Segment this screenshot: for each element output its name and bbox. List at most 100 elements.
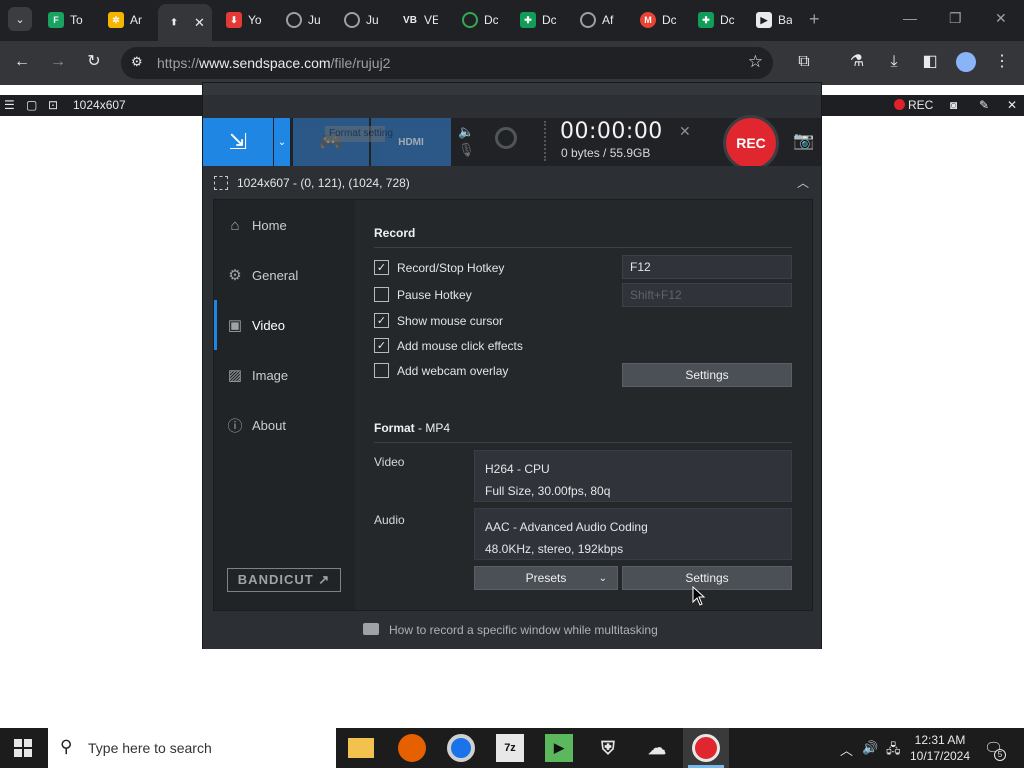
browser-tab[interactable]: F To: [40, 5, 84, 35]
chrome-icon[interactable]: [447, 734, 475, 762]
browser-tab[interactable]: Ju: [278, 5, 322, 35]
url-text: https://www.sendspace.com/file/rujuj2: [157, 55, 391, 71]
section-divider: [374, 247, 792, 248]
browser-tab[interactable]: ▶ Ba: [748, 5, 792, 35]
site-settings-icon[interactable]: ⚙: [131, 54, 143, 70]
media-app-icon[interactable]: ▶: [545, 734, 573, 762]
new-tab-button[interactable]: +: [809, 9, 820, 30]
show-mouse-cursor-checkbox[interactable]: ✓ Show mouse cursor: [374, 313, 503, 328]
bookmark-star-icon[interactable]: ☆: [748, 52, 763, 72]
extensions-icon[interactable]: ⧉: [793, 52, 815, 72]
security-shield-icon[interactable]: ⛨: [594, 734, 622, 762]
audio-format-label: Audio: [374, 513, 405, 527]
audio-format-box[interactable]: AAC - Advanced Audio Coding 48.0KHz, ste…: [474, 508, 792, 560]
browser-tab[interactable]: Dc: [454, 5, 498, 35]
mode-dropdown-arrow[interactable]: ⌄: [274, 118, 290, 166]
taskbar-clock[interactable]: 12:31 AM 10/17/2024: [908, 732, 972, 764]
cloud-app-icon[interactable]: ☁: [643, 734, 671, 762]
restore-button[interactable]: ❐: [949, 10, 962, 27]
window-icon[interactable]: ▢: [26, 98, 37, 112]
browser-tab[interactable]: M Dc: [632, 5, 676, 35]
tip-bar[interactable]: How to record a specific window while mu…: [203, 611, 821, 649]
browser-tab[interactable]: VB VE: [394, 5, 438, 35]
menu-dots-icon[interactable]: ⋮: [991, 52, 1013, 72]
browser-toolbar: ← → ↻ ⚙ https://www.sendspace.com/file/r…: [0, 41, 1024, 85]
tip-text[interactable]: How to record a specific window while mu…: [389, 623, 658, 637]
browser-tab[interactable]: ✚ Dc: [690, 5, 734, 35]
browser-tab[interactable]: ✚ Dc: [512, 5, 556, 35]
sidebar-item-image[interactable]: ▨ Image: [214, 350, 355, 400]
sheet-icon: ✚: [698, 12, 714, 28]
resize-icon[interactable]: ⊡: [48, 98, 58, 112]
address-bar[interactable]: ⚙ https://www.sendspace.com/file/rujuj2 …: [121, 47, 773, 79]
chevron-up-tray-icon[interactable]: ︿: [840, 740, 853, 759]
file-size-text: 0 bytes / 55.9GB: [561, 146, 651, 160]
mic-speaker-icons[interactable]: 🔈 🎙: [458, 123, 475, 159]
sidebar-item-home[interactable]: ⌂ Home: [214, 200, 355, 250]
record-settings-button[interactable]: Settings: [622, 363, 792, 387]
labs-flask-icon[interactable]: ⚗: [846, 52, 868, 72]
bandicut-link-button[interactable]: BANDICUT ↗: [227, 568, 341, 592]
browser-tab-active[interactable]: ⬆ ✕: [158, 4, 212, 41]
record-button[interactable]: REC: [723, 115, 779, 171]
gear-icon: ⚙: [228, 267, 242, 284]
browser-tab[interactable]: ✲ Ar: [100, 5, 144, 35]
rectangle-area-icon: ⇲: [228, 129, 248, 154]
presets-dropdown[interactable]: Presets ⌄: [474, 566, 618, 590]
close-tab-icon[interactable]: ✕: [194, 15, 205, 31]
side-panel-icon[interactable]: ◧: [919, 52, 941, 72]
notification-count-badge: 5: [994, 749, 1006, 761]
mouse-click-effects-checkbox[interactable]: ✓ Add mouse click effects: [374, 338, 523, 353]
pause-hotkey-field[interactable]: Shift+F12: [622, 283, 792, 307]
chevron-up-icon[interactable]: ︿: [797, 174, 809, 191]
screenshot-camera-icon[interactable]: 📷: [793, 131, 814, 151]
record-stop-hotkey-checkbox[interactable]: ✓ Record/Stop Hotkey: [374, 260, 504, 275]
browser-tab-strip: ⌄ F To ✲ Ar ⬆ ✕ ⬇ Yo Ju Ju VB VE Dc ✚ Dc…: [0, 0, 1024, 41]
ghost-close-icon[interactable]: ✕: [679, 123, 691, 140]
bandicam-taskbar-icon[interactable]: [692, 734, 720, 762]
volume-icon[interactable]: 🔊: [862, 740, 878, 756]
sidebar-item-video[interactable]: ▣ Video: [214, 300, 355, 350]
firefox-icon[interactable]: [398, 734, 426, 762]
browser-tab[interactable]: Af: [572, 5, 616, 35]
windows-start-icon[interactable]: [14, 739, 32, 757]
webcam-overlay-checkbox[interactable]: Add webcam overlay: [374, 363, 508, 378]
video-icon: ▣: [227, 317, 243, 334]
close-icon[interactable]: ✕: [1007, 98, 1017, 112]
webcam-icon[interactable]: [495, 127, 517, 149]
video-settings-content: Record ✓ Record/Stop Hotkey Pause Hotkey…: [374, 200, 794, 610]
screen-mode-button[interactable]: ⇲: [203, 118, 273, 166]
record-hotkey-field[interactable]: F12: [622, 255, 792, 279]
overlay-rec-button[interactable]: REC: [894, 98, 933, 112]
chat-bubble-icon: [363, 623, 379, 635]
close-window-button[interactable]: ✕: [995, 10, 1007, 27]
recording-timer: 00:00:00: [560, 119, 663, 144]
pause-hotkey-checkbox[interactable]: Pause Hotkey: [374, 287, 472, 302]
tab-search-button[interactable]: ⌄: [8, 7, 32, 31]
image-icon: ▨: [227, 367, 243, 384]
menu-icon[interactable]: ☰: [4, 98, 15, 112]
bandicam-window: ⇲ ⌄ 🎮 HDMI Format setting 🔈🎙 00:00:00 0 …: [202, 82, 822, 649]
taskbar-search[interactable]: ⚲ Type here to search: [48, 728, 336, 768]
seven-zip-icon[interactable]: 7z: [496, 734, 524, 762]
checkmark-icon: ✓: [374, 260, 389, 275]
forward-button[interactable]: →: [47, 52, 69, 72]
browser-tab[interactable]: ⬇ Yo: [218, 5, 262, 35]
file-explorer-icon[interactable]: [348, 738, 374, 758]
sidebar-item-about[interactable]: ⓘ About: [214, 400, 355, 450]
camera-icon[interactable]: ◙: [950, 98, 957, 112]
video-format-label: Video: [374, 455, 405, 469]
pencil-icon[interactable]: ✎: [979, 98, 989, 112]
format-settings-button[interactable]: Settings: [622, 566, 792, 590]
sidebar: ⌂ Home ⚙ General ▣ Video ▨ Image ⓘ About…: [214, 200, 355, 610]
reload-button[interactable]: ↻: [83, 52, 105, 72]
back-button[interactable]: ←: [11, 52, 33, 72]
sheet-icon: ✚: [520, 12, 536, 28]
minimize-button[interactable]: —: [903, 10, 917, 26]
sidebar-item-general[interactable]: ⚙ General: [214, 250, 355, 300]
downloads-icon[interactable]: ⤓: [883, 52, 905, 72]
video-format-box[interactable]: H264 - CPU Full Size, 30.00fps, 80q: [474, 450, 792, 502]
profile-avatar[interactable]: [956, 52, 976, 72]
network-icon[interactable]: 🖧: [886, 740, 901, 762]
browser-tab[interactable]: Ju: [336, 5, 380, 35]
